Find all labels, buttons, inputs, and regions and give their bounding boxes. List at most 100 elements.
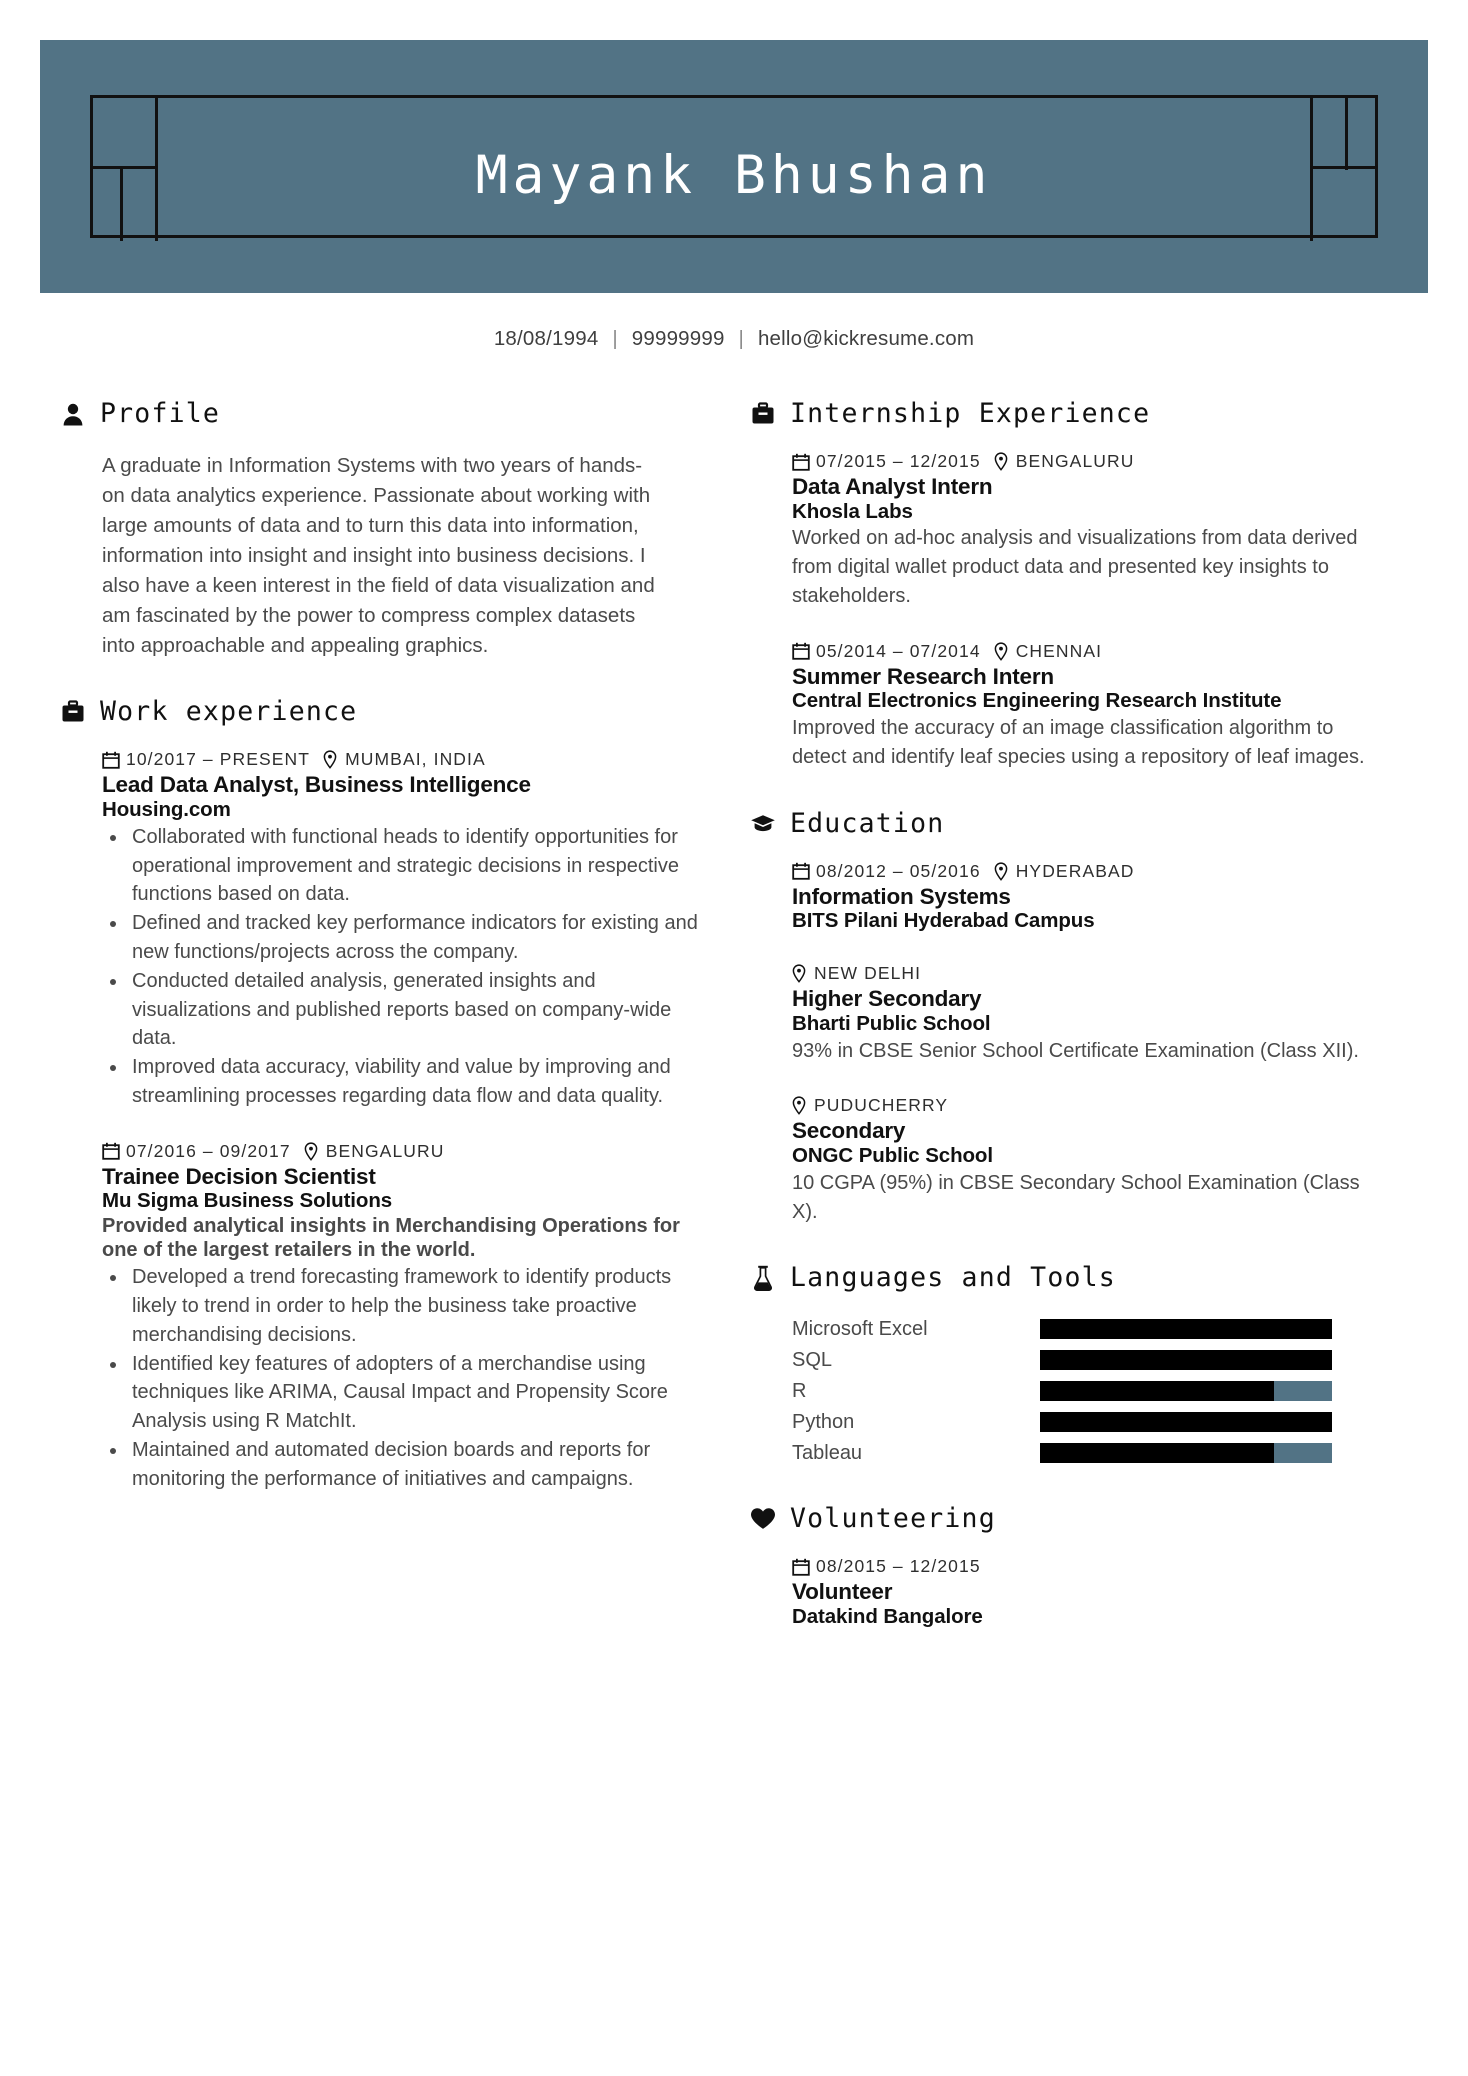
skill-name: Python [792, 1411, 855, 1434]
entry-date: 07/2015 – 12/2015 [816, 451, 981, 471]
education-entry: NEW DELHI Higher Secondary Bharti Public… [792, 963, 1390, 1065]
skill-name: Tableau [792, 1442, 863, 1465]
entry-bullet: Maintained and automated decision boards… [128, 1436, 700, 1494]
section-volunteering: Volunteering 08/2015 – 12/2015 Volunteer… [750, 1503, 1390, 1628]
entry-meta: 10/2017 – PRESENT MUMBAI, INDIA [102, 749, 700, 770]
entry-location: CHENNAI [1015, 640, 1103, 661]
section-languages-and-tools: Languages and Tools Microsoft Excel SQL … [750, 1262, 1390, 1467]
section-header-volunteering: Volunteering [750, 1503, 1390, 1534]
volunteering-entry: 08/2015 – 12/2015 Volunteer Datakind Ban… [792, 1556, 1390, 1628]
location-pin-icon [792, 1096, 807, 1116]
skill-bar-fill [1040, 1443, 1274, 1464]
section-profile: Profile A graduate in Information System… [60, 398, 700, 660]
skill-name: R [792, 1380, 807, 1403]
education-entry: PUDUCHERRY Secondary ONGC Public School … [792, 1095, 1390, 1226]
entry-bullet-list: Developed a trend forecasting framework … [102, 1263, 700, 1493]
entry-location: BENGALURU [325, 1140, 445, 1161]
location-pin-icon [994, 452, 1009, 471]
location-pin-icon [323, 750, 338, 770]
skill-name: SQL [792, 1349, 833, 1372]
right-column: Internship Experience 07/2015 – 12/2015 … [750, 398, 1390, 1659]
entry-bullet: Collaborated with functional heads to id… [128, 823, 700, 909]
contact-birthdate: 18/08/1994 [493, 327, 599, 350]
entry-role: Lead Data Analyst, Business Intelligence [102, 772, 531, 798]
entry-organization: Bharti Public School [792, 1011, 991, 1035]
entry-date: 08/2012 – 05/2016 [816, 860, 981, 881]
work-entry: 10/2017 – PRESENT MUMBAI, INDIA Lead Dat… [102, 749, 700, 1110]
skill-bar-track [1040, 1350, 1332, 1371]
briefcase-icon [750, 399, 776, 429]
entry-meta: 07/2016 – 09/2017 BENGALURU [102, 1141, 700, 1162]
graduation-cap-icon [750, 808, 776, 838]
entry-role: Information Systems [792, 883, 1011, 909]
entry-organization: Khosla Labs [792, 499, 913, 523]
section-body-volunteering: 08/2015 – 12/2015 Volunteer Datakind Ban… [750, 1556, 1390, 1628]
section-body-education: 08/2012 – 05/2016 HYDERABAD Information … [750, 861, 1390, 1227]
section-title-education: Education [790, 807, 945, 839]
section-body-work-experience: 10/2017 – PRESENT MUMBAI, INDIA Lead Dat… [60, 749, 700, 1493]
skill-bar-track [1040, 1412, 1332, 1433]
entry-organization: Central Electronics Engineering Research… [792, 689, 1282, 713]
contact-line: 18/08/1994 | 99999999 | hello@kickresume… [0, 327, 1468, 351]
section-body-profile: A graduate in Information Systems with t… [60, 451, 700, 660]
entry-role: Data Analyst Intern [792, 474, 993, 499]
entry-location: NEW DELHI [814, 963, 922, 984]
entry-bullet: Improved data accuracy, viability and va… [128, 1053, 700, 1111]
calendar-icon [102, 750, 121, 769]
skill-bar-track [1040, 1319, 1332, 1340]
skill-bar-fill [1040, 1350, 1332, 1371]
calendar-icon [792, 452, 811, 471]
flask-icon [750, 1263, 776, 1293]
skill-row: Microsoft Excel [792, 1315, 1390, 1343]
education-entry: 08/2012 – 05/2016 HYDERABAD Information … [792, 861, 1390, 933]
entry-date: 10/2017 – PRESENT [126, 749, 311, 770]
contact-phone: 99999999 [631, 327, 725, 350]
entry-role: Higher Secondary [792, 986, 982, 1012]
section-education: Education 08/2012 – 05/2016 HYDERABAD In… [750, 808, 1390, 1227]
entry-bullet-list: Collaborated with functional heads to id… [102, 823, 700, 1111]
calendar-icon [792, 1557, 811, 1576]
entry-meta: 05/2014 – 07/2014 CHENNAI [792, 641, 1390, 662]
section-header-internship-experience: Internship Experience [750, 398, 1390, 429]
location-pin-icon [994, 862, 1009, 881]
entry-location: PUDUCHERRY [814, 1095, 949, 1116]
section-title-languages-and-tools: Languages and Tools [790, 1262, 1116, 1294]
entry-meta: 07/2015 – 12/2015 BENGALURU [792, 451, 1390, 472]
entry-location: HYDERABAD [1015, 860, 1135, 881]
entry-bullet: Developed a trend forecasting framework … [128, 1263, 700, 1349]
person-icon [60, 399, 86, 429]
entry-role: Secondary [792, 1118, 906, 1144]
entry-organization: Mu Sigma Business Solutions [102, 1189, 393, 1213]
skill-bar-fill [1040, 1381, 1274, 1402]
entry-role: Volunteer [792, 1579, 893, 1605]
profile-text: A graduate in Information Systems with t… [102, 454, 655, 657]
entry-role: Trainee Decision Scientist [102, 1163, 376, 1189]
section-title-work-experience: Work experience [100, 696, 358, 728]
entry-bullet: Conducted detailed analysis, generated i… [128, 967, 700, 1053]
contact-separator: | [738, 327, 745, 350]
section-title-profile: Profile [100, 398, 221, 429]
entry-lead-description: Provided analytical insights in Merchand… [102, 1215, 680, 1262]
contact-email[interactable]: hello@kickresume.com [758, 327, 974, 350]
entry-bullet: Defined and tracked key performance indi… [128, 909, 700, 967]
section-header-work-experience: Work experience [60, 696, 700, 727]
entry-meta: PUDUCHERRY [792, 1095, 1390, 1116]
section-body-internship-experience: 07/2015 – 12/2015 BENGALURU Data Analyst… [750, 451, 1390, 772]
heart-icon [750, 1504, 776, 1534]
entry-description: 93% in CBSE Senior School Certificate Ex… [792, 1039, 1359, 1062]
entry-organization: ONGC Public School [792, 1144, 993, 1168]
skill-bar-fill [1040, 1412, 1332, 1433]
section-header-profile: Profile [60, 398, 700, 429]
skill-bar-track [1040, 1443, 1332, 1464]
skill-name: Microsoft Excel [792, 1318, 928, 1341]
calendar-icon [792, 642, 811, 661]
entry-date: 07/2016 – 09/2017 [126, 1140, 291, 1161]
internship-entry: 07/2015 – 12/2015 BENGALURU Data Analyst… [792, 451, 1390, 611]
entry-meta: 08/2015 – 12/2015 [792, 1556, 1390, 1577]
location-pin-icon [792, 964, 807, 984]
skill-bar-fill [1040, 1319, 1332, 1340]
section-work-experience: Work experience 10/2017 – PRESENT MUMBAI… [60, 696, 700, 1493]
section-title-internship-experience: Internship Experience [790, 398, 1151, 429]
entry-bullet: Identified key features of adopters of a… [128, 1350, 700, 1436]
left-column: Profile A graduate in Information System… [60, 398, 700, 1524]
